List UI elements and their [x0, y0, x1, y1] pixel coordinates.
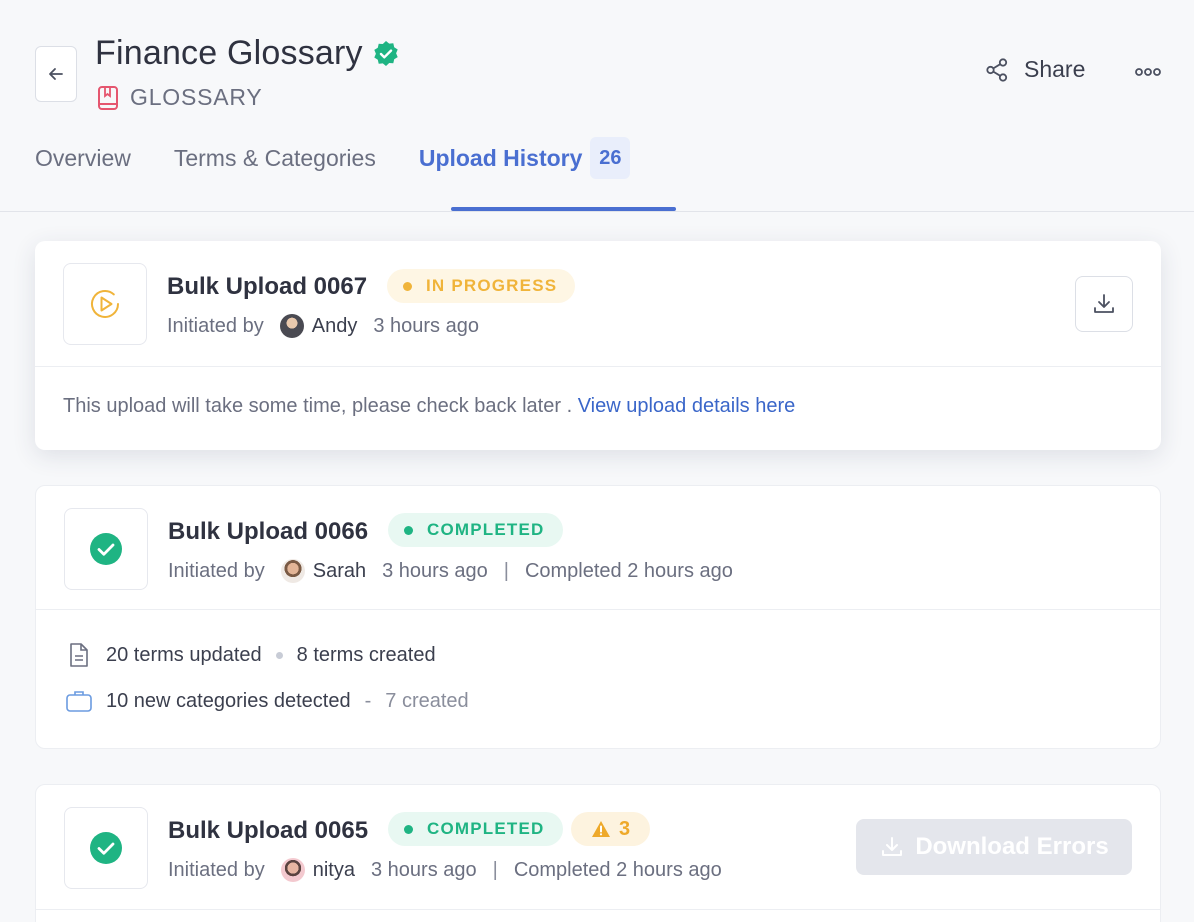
play-progress-icon [91, 289, 119, 318]
categories-created: 7 created [385, 689, 469, 712]
arrow-left-icon [49, 68, 63, 80]
meta-separator: | [492, 858, 498, 881]
upload-status-icon-box [63, 263, 147, 345]
meta-separator: | [503, 559, 509, 582]
upload-title: Bulk Upload 0065 [168, 817, 369, 844]
status-dot [404, 824, 413, 834]
user-name[interactable]: Sarah [313, 560, 366, 583]
share-button[interactable]: Share [984, 56, 1085, 83]
upload-title: Bulk Upload 0066 [168, 518, 369, 545]
upload-status-icon-box [64, 508, 148, 590]
status-badge: COMPLETED [388, 812, 563, 846]
book-icon [98, 85, 118, 110]
active-tab-indicator [451, 207, 676, 211]
download-errors-button[interactable]: Download Errors [856, 819, 1132, 875]
tab-upload-history-label: Upload History [418, 144, 583, 171]
user-name[interactable]: nitya [313, 859, 355, 882]
tab-terms-categories[interactable]: Terms & Categories [174, 138, 376, 178]
terms-updated: 20 terms updated [106, 643, 262, 666]
upload-time: 3 hours ago [373, 314, 479, 337]
glossary-type-label: GLOSSARY [130, 84, 263, 110]
check-circle-icon [90, 533, 122, 565]
warning-badge[interactable]: 3 [571, 812, 651, 846]
page-title: Finance Glossary [95, 34, 363, 72]
status-label: IN PROGRESS [426, 276, 558, 295]
status-dot [404, 525, 413, 535]
avatar [279, 314, 304, 338]
tab-overview[interactable]: Overview [35, 138, 131, 178]
avatar [280, 858, 305, 882]
user-name[interactable]: Andy [312, 315, 358, 338]
avatar [280, 559, 305, 583]
tab-bar: Overview Terms & Categories Upload Histo… [35, 137, 673, 179]
status-label: COMPLETED [427, 819, 545, 838]
upload-card-0066: Bulk Upload 0066 COMPLETED Initiated by … [35, 485, 1161, 749]
page-header: Finance Glossary GLOSSARY Share Overview… [0, 0, 1194, 212]
upload-time: 3 hours ago [382, 559, 488, 582]
completed-time: Completed 2 hours ago [513, 858, 722, 881]
document-icon [64, 642, 94, 668]
upload-count-badge: 26 [590, 137, 631, 179]
terms-created: 8 terms created [296, 643, 436, 666]
more-options-icon[interactable] [1134, 60, 1162, 84]
share-label: Share [1024, 56, 1086, 82]
status-badge: COMPLETED [388, 513, 563, 547]
back-button[interactable] [35, 46, 77, 102]
status-dot [403, 281, 412, 291]
download-errors-label: Download Errors [915, 833, 1109, 860]
download-icon [1094, 294, 1114, 313]
dash-separator: - [364, 689, 372, 712]
categories-stats: 10 new categories detected - 7 created [64, 689, 469, 713]
upload-meta: Initiated by nitya 3 hours ago | Complet… [168, 858, 722, 882]
upload-status-icon-box [64, 807, 148, 889]
briefcase-icon [64, 689, 94, 713]
initiated-label: Initiated by [168, 559, 265, 582]
tab-upload-history[interactable]: Upload History 26 [418, 137, 631, 179]
warning-count: 3 [619, 817, 631, 840]
status-label: COMPLETED [427, 520, 545, 539]
download-button[interactable] [1075, 276, 1133, 332]
view-upload-details-link[interactable]: View upload details here [578, 395, 796, 417]
upload-note: This upload will take some time, please … [63, 395, 795, 418]
completed-time: Completed 2 hours ago [524, 559, 733, 582]
terms-stats: 20 terms updated 8 terms created [64, 642, 436, 668]
upload-title: Bulk Upload 0067 [167, 273, 368, 300]
upload-note-text: This upload will take some time, please … [63, 395, 573, 417]
upload-meta: Initiated by Sarah 3 hours ago | Complet… [168, 559, 733, 583]
bullet-separator [275, 651, 283, 659]
upload-card-0067: Bulk Upload 0067 IN PROGRESS Initiated b… [35, 241, 1161, 450]
share-icon [986, 57, 1008, 82]
warning-triangle-icon [592, 821, 610, 837]
upload-time: 3 hours ago [370, 858, 477, 881]
upload-meta: Initiated by Andy 3 hours ago [167, 314, 479, 338]
card-divider [35, 366, 1161, 367]
upload-card-0065: Bulk Upload 0065 COMPLETED 3 Initiated b… [35, 784, 1161, 922]
verified-badge-icon [374, 41, 398, 66]
check-circle-icon [90, 832, 122, 864]
initiated-label: Initiated by [167, 314, 264, 337]
card-divider [36, 909, 1160, 910]
card-divider [36, 609, 1160, 610]
status-badge: IN PROGRESS [387, 269, 576, 303]
categories-detected: 10 new categories detected [106, 689, 351, 712]
initiated-label: Initiated by [168, 858, 265, 881]
page-subtitle: GLOSSARY [96, 84, 263, 111]
download-icon [882, 837, 903, 856]
